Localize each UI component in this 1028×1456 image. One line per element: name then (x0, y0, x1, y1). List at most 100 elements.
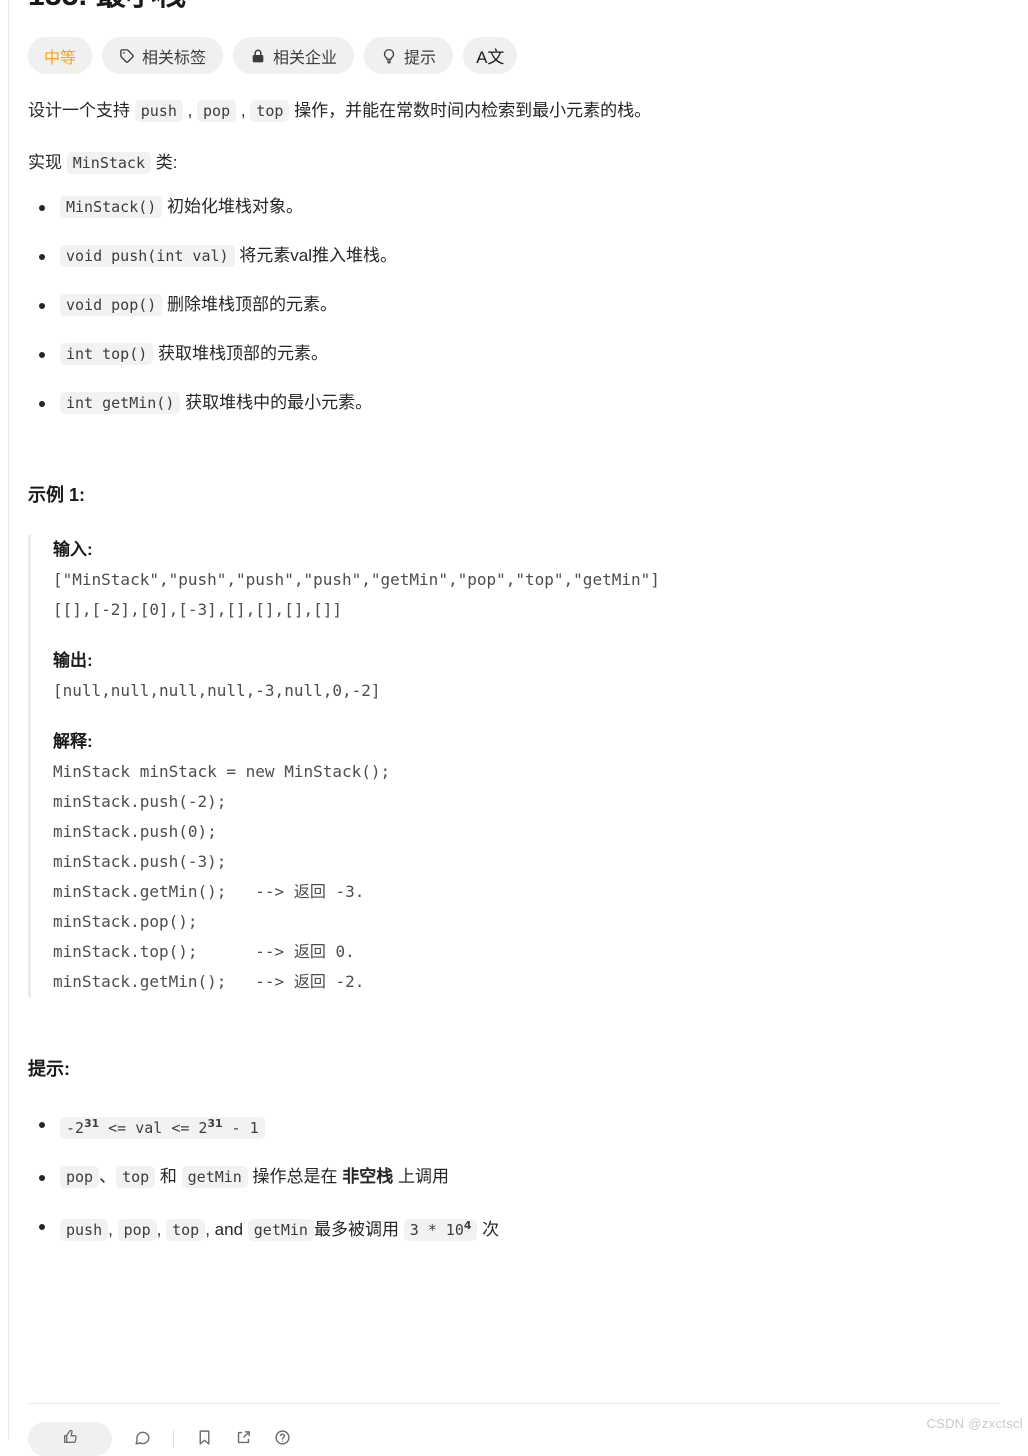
example-heading: 示例 1: (28, 485, 86, 505)
method-signature: int getMin() (60, 392, 181, 414)
share-button[interactable] (235, 1429, 252, 1450)
code-chip-push: push (134, 100, 183, 122)
method-desc: 初始化堆栈对象。 (162, 197, 304, 216)
stmt-text-3: , (236, 101, 251, 120)
tag-icon (119, 48, 135, 64)
question-circle-icon (274, 1429, 291, 1450)
constraint-text: 次 (477, 1220, 500, 1239)
list-item: void pop() 删除堆栈顶部的元素。 (39, 290, 1000, 320)
implement-text-1: 实现 (28, 153, 67, 172)
footer-action-bar (28, 1422, 291, 1456)
example-output-group: 输出: [null,null,null,null,-3,null,0,-2] (53, 646, 1000, 706)
difficulty-badge[interactable]: 中等 (28, 37, 93, 74)
page-title-wrap: 155. 最小栈 (28, 0, 1000, 18)
footer-separator (173, 1430, 174, 1448)
constraint-text: 操作总是在 (247, 1167, 343, 1186)
page-title: 155. 最小栈 (28, 0, 186, 18)
c-pre: -2 (66, 1119, 85, 1137)
list-item: int top() 获取堆栈顶部的元素。 (39, 339, 1000, 369)
stmt-text-2: , (182, 101, 198, 120)
method-signature: MinStack() (60, 196, 163, 218)
constraints-heading: 提示: (28, 1059, 70, 1079)
comment-button[interactable] (134, 1429, 151, 1450)
list-item: pop、 top 和 getMin 操作总是在 非空栈 上调用 (39, 1162, 1000, 1192)
constraint-op-getmin: getMin (181, 1166, 248, 1188)
related-companies-button[interactable]: 相关企业 (233, 37, 355, 74)
constraint-text: , (156, 1220, 167, 1239)
c-sup2: 31 (207, 1117, 223, 1130)
method-list: MinStack() 初始化堆栈对象。 void push(int val) 将… (28, 192, 1000, 418)
constraint-op-pop: pop (117, 1219, 157, 1241)
constraint-op-pop: pop (60, 1166, 100, 1188)
method-desc: 删除堆栈顶部的元素。 (162, 295, 338, 314)
list-item: -231 <= val <= 231 - 1 (39, 1109, 1000, 1143)
implement-text-2: 类: (150, 153, 178, 172)
constraint-text: 上调用 (393, 1167, 450, 1186)
example-explain-code: MinStack minStack = new MinStack(); minS… (53, 762, 391, 991)
code-chip-top: top (250, 100, 290, 122)
stmt-text-1: 设计一个支持 (28, 101, 135, 120)
bookmark-icon (196, 1429, 213, 1450)
constraint-text: , and (205, 1220, 248, 1239)
translate-button[interactable]: A文 (463, 37, 518, 74)
bookmark-button[interactable] (196, 1429, 213, 1450)
example-input-code: ["MinStack","push","push","push","getMin… (53, 570, 660, 619)
limit-exp: 4 (463, 1219, 472, 1232)
csdn-watermark: CSDN @zxctscl (926, 1416, 1023, 1431)
constraint-op-push: push (60, 1219, 109, 1241)
method-desc: 将元素val推入堆栈。 (234, 246, 398, 265)
constraints-list: -231 <= val <= 231 - 1 pop、 top 和 getMin … (28, 1109, 1000, 1245)
c-sup1: 31 (84, 1117, 100, 1130)
difficulty-label: 中等 (44, 49, 77, 67)
example-explain-label: 解释: (53, 732, 93, 751)
method-signature: void pop() (60, 294, 163, 316)
method-signature: void push(int val) (60, 245, 235, 267)
share-icon (235, 1429, 252, 1450)
badge-row: 中等 相关标签 相关企业 提示 A文 (28, 37, 1000, 74)
constraint-call-limit: 3 * 104 (403, 1219, 478, 1241)
footer-divider (28, 1403, 1000, 1404)
problem-description-panel: 155. 最小栈 中等 相关标签 相关企业 (0, 0, 1028, 1245)
implement-paragraph: 实现 MinStack 类: (28, 148, 1000, 178)
list-item: push, pop, top, and getMin 最多被调用 3 * 104 … (39, 1211, 1000, 1245)
constraint-text: 和 (155, 1167, 182, 1186)
method-desc: 获取堆栈中的最小元素。 (180, 393, 373, 412)
example-explain-group: 解释: MinStack minStack = new MinStack(); … (53, 727, 1000, 997)
example-block: 输入: ["MinStack","push","push","push","ge… (28, 535, 1000, 997)
related-tags-label: 相关标签 (142, 49, 207, 67)
comment-icon (134, 1429, 151, 1450)
c-mid: <= val <= 2 (99, 1119, 208, 1137)
problem-statement-paragraph: 设计一个支持 push , pop , top 操作，并能在常数时间内检索到最小… (28, 96, 1000, 126)
limit-base: 3 * 10 (409, 1221, 464, 1239)
constraint-text: 、 (99, 1167, 117, 1186)
related-tags-button[interactable]: 相关标签 (102, 37, 224, 74)
constraint-text: 最多被调用 (313, 1220, 404, 1239)
constraint-bold: 非空栈 (342, 1167, 394, 1186)
hint-label: 提示 (404, 49, 437, 67)
upvote-button[interactable] (28, 1422, 112, 1456)
example-output-label: 输出: (53, 651, 93, 670)
list-item: MinStack() 初始化堆栈对象。 (39, 192, 1000, 222)
code-chip-minstack: MinStack (66, 152, 151, 174)
constraint-op-top: top (116, 1166, 156, 1188)
example-input-group: 输入: ["MinStack","push","push","push","ge… (53, 535, 1000, 625)
thumbs-up-icon (62, 1429, 78, 1450)
list-item: int getMin() 获取堆栈中的最小元素。 (39, 388, 1000, 418)
example-output-code: [null,null,null,null,-3,null,0,-2] (53, 681, 381, 700)
help-button[interactable] (274, 1429, 291, 1450)
constraint-op-getmin: getMin (247, 1219, 314, 1241)
stmt-text-4: 操作，并能在常数时间内检索到最小元素的栈。 (289, 101, 652, 120)
list-item: void push(int val) 将元素val推入堆栈。 (39, 241, 1000, 271)
lock-icon (250, 48, 266, 64)
hint-button[interactable]: 提示 (364, 37, 454, 74)
method-signature: int top() (60, 343, 154, 365)
related-companies-label: 相关企业 (273, 49, 338, 67)
method-desc: 获取堆栈顶部的元素。 (153, 344, 329, 363)
c-suf: - 1 (222, 1119, 259, 1137)
code-chip-pop: pop (197, 100, 237, 122)
constraint-range: -231 <= val <= 231 - 1 (60, 1117, 265, 1139)
constraint-text: , (108, 1220, 118, 1239)
translate-icon: A文 (476, 48, 505, 67)
